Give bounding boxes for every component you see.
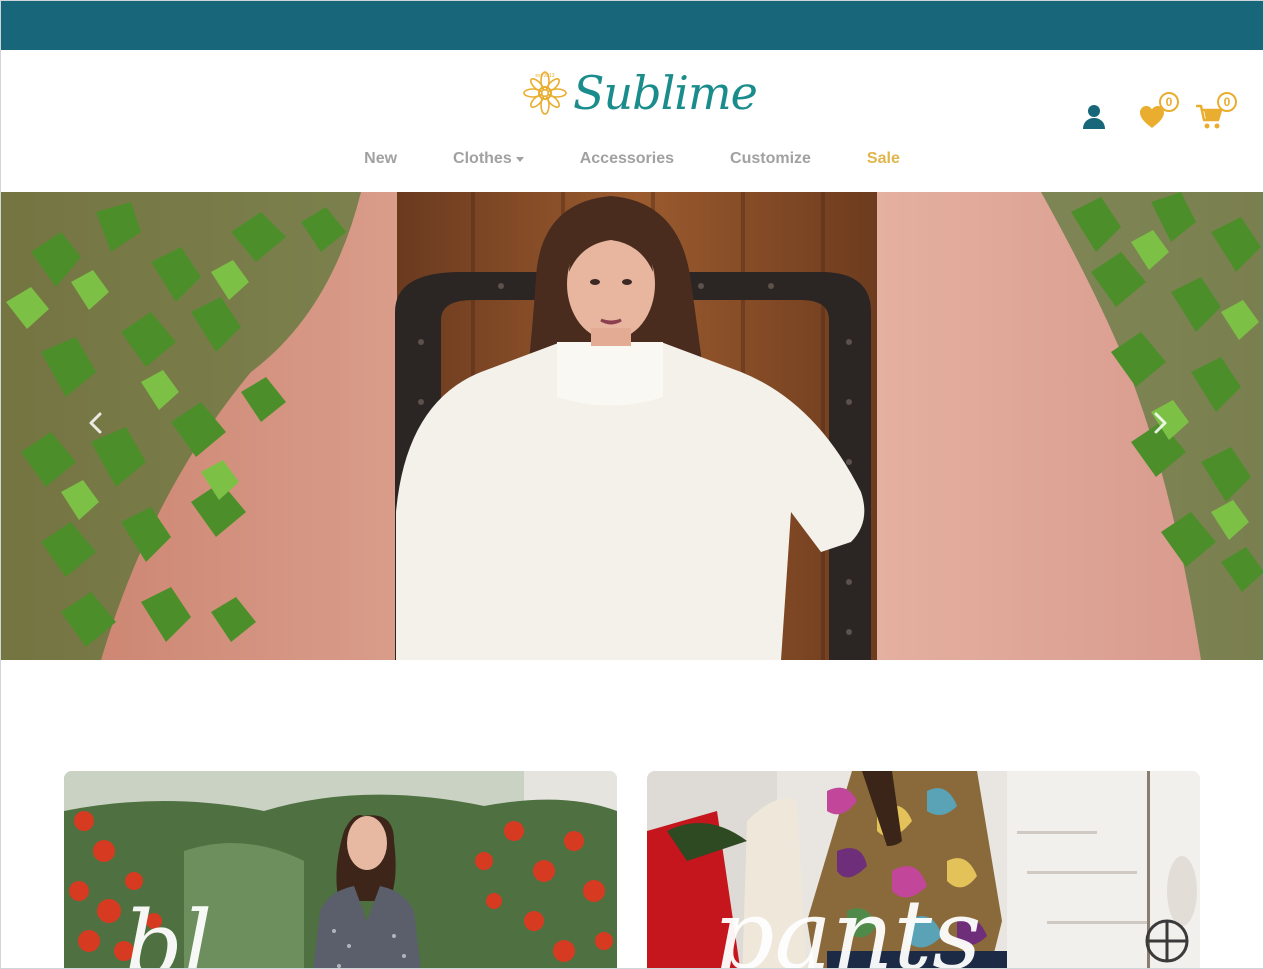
hero-image [1,192,1263,660]
nav-item-label: Accessories [579,150,675,167]
cart-count-badge: 0 [1217,92,1237,112]
wishlist-button[interactable]: 0 [1137,92,1179,132]
category-card-pants[interactable]: pants [647,771,1200,968]
sun-flower-logo-icon: est 2013 [523,71,567,115]
blouse-woman-garden-photo [64,771,617,968]
chevron-left-icon[interactable] [83,410,109,436]
header-actions: 0 0 [1079,92,1237,132]
cart-button[interactable]: 0 [1195,92,1237,132]
main-navigation: New Clothes Accessories Customize Sale [1,150,1263,168]
top-bar [1,1,1263,50]
chevron-down-icon [515,157,524,162]
site-logo[interactable]: est 2013 Sublime [521,62,758,124]
nav-item-sale[interactable]: Sale [867,150,900,168]
hero-banner[interactable] [1,192,1263,660]
nav-item-label: New [364,150,398,167]
chevron-right-icon[interactable] [1147,410,1173,436]
nav-item-label: Clothes [453,150,512,167]
page: est 2013 Sublime 0 0 New Clothes Accesso… [0,0,1264,969]
nav-item-clothes[interactable]: Clothes [453,150,524,168]
account-button[interactable] [1079,102,1109,132]
nav-item-label: Sale [866,150,900,167]
nav-item-customize[interactable]: Customize [730,150,811,168]
category-card-blouses[interactable]: bl [64,771,617,968]
nav-item-label: Customize [730,150,811,167]
wishlist-count-badge: 0 [1159,92,1179,112]
site-header: est 2013 Sublime 0 0 New Clothes Accesso… [1,50,1263,192]
nav-item-accessories[interactable]: Accessories [580,150,674,168]
logo-wordmark: Sublime [573,66,758,120]
user-icon [1083,105,1105,129]
logo-mark-text: est 2013 [535,73,554,79]
nav-item-new[interactable]: New [364,150,397,168]
pants-woman-floral-shirt-photo [647,771,1200,968]
category-cards: bl pants [64,771,1200,968]
